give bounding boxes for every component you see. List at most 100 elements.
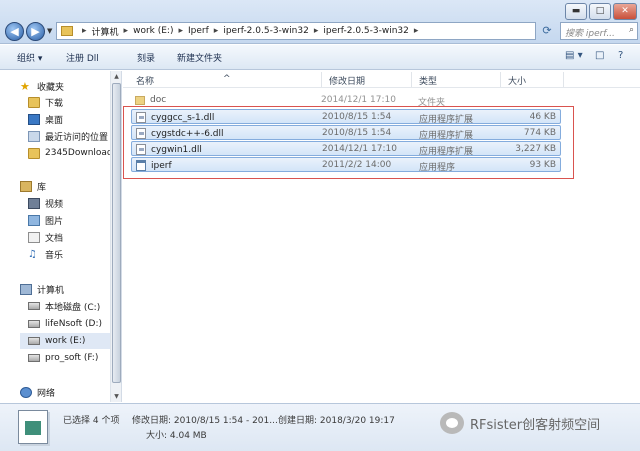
column-header-date[interactable]: 修改日期 <box>329 74 365 87</box>
breadcrumb-separator[interactable]: ▸ <box>314 26 319 36</box>
sidebar-item-pro-soft-f[interactable]: pro_soft (F:) <box>28 350 138 366</box>
sidebar-item-label: 最近访问的位置 <box>45 132 109 143</box>
sidebar-item-work-e[interactable]: work (E:) <box>20 333 110 349</box>
column-header-row: 名称 ^ 修改日期 类型 大小 <box>123 71 640 88</box>
organize-menu[interactable]: 组织 ▾ <box>17 51 42 64</box>
network-icon <box>20 386 32 398</box>
document-icon <box>28 231 40 243</box>
column-divider[interactable] <box>500 72 501 87</box>
breadcrumb-separator[interactable]: ▸ <box>414 26 419 36</box>
selection-thumbnail-icon <box>18 410 48 444</box>
column-header-type[interactable]: 类型 <box>419 74 437 87</box>
sidebar-item-label: 网络 <box>37 388 56 399</box>
sidebar-item-2345downloads[interactable]: 2345Downloads <box>28 145 110 161</box>
breadcrumb-iperf-version[interactable]: iperf-2.0.5-3-win32 <box>223 26 309 36</box>
column-divider[interactable] <box>563 72 564 87</box>
folder-icon <box>135 95 145 105</box>
column-header-name[interactable]: 名称 <box>136 74 154 87</box>
recent-pages-dropdown[interactable]: ▼ <box>47 27 52 35</box>
search-placeholder: 搜索 iperf... <box>565 29 615 39</box>
new-folder-button[interactable]: 新建文件夹 <box>177 51 222 64</box>
column-divider[interactable] <box>411 72 412 87</box>
breadcrumb-separator[interactable]: ▸ <box>178 26 183 36</box>
sidebar-item-label: pro_soft (F:) <box>45 353 99 363</box>
search-input[interactable]: 搜索 iperf... ⌕ <box>560 22 638 40</box>
sidebar-item-label: 本地磁盘 (C:) <box>45 302 101 313</box>
sidebar-item-local-disk-c[interactable]: 本地磁盘 (C:) <box>28 298 138 314</box>
wechat-logo-icon <box>440 412 464 434</box>
breadcrumb-iperf[interactable]: Iperf <box>188 26 209 36</box>
navigation-scrollbar[interactable]: ▲ ▼ <box>110 71 121 402</box>
sidebar-item-label: 视频 <box>45 199 64 210</box>
breadcrumb-separator[interactable]: ▸ <box>124 26 129 36</box>
sidebar-item-recent[interactable]: 最近访问的位置 <box>28 128 138 144</box>
watermark-text: RFsister创客射频空间 <box>470 417 601 433</box>
sidebar-item-label: 计算机 <box>37 285 65 296</box>
details-pane: 已选择 4 个项 修改日期: 2010/8/15 1:54 - 201... 创… <box>0 403 640 451</box>
video-icon <box>28 197 40 209</box>
selected-count: 已选择 4 个项 <box>63 416 120 426</box>
column-header-size[interactable]: 大小 <box>508 74 526 87</box>
sidebar-item-label: work (E:) <box>45 336 86 346</box>
created-date: 创建日期: 2018/3/20 19:17 <box>278 416 395 426</box>
sidebar-item-desktop[interactable]: 桌面 <box>28 111 138 127</box>
sidebar-item-pictures[interactable]: 图片 <box>28 212 138 228</box>
burn-button[interactable]: 刻录 <box>137 51 155 64</box>
drive-icon <box>28 337 40 345</box>
close-button[interactable]: ✕ <box>613 3 637 20</box>
breadcrumb-iperf-version-current[interactable]: iperf-2.0.5-3-win32 <box>323 26 409 36</box>
breadcrumb-separator[interactable]: ▸ <box>214 26 219 36</box>
sidebar-item-label: lifeNsoft (D:) <box>45 319 103 329</box>
drive-icon <box>28 302 40 310</box>
recent-places-icon <box>28 130 40 142</box>
breadcrumb-computer[interactable]: 计算机 <box>92 25 119 38</box>
highlight-box <box>123 106 574 179</box>
forward-button[interactable]: ▶ <box>26 22 45 41</box>
back-button[interactable]: ◀ <box>5 22 24 41</box>
folder-icon <box>28 147 40 159</box>
breadcrumb-separator[interactable]: ▸ <box>82 26 87 36</box>
folder-icon <box>61 26 73 36</box>
sidebar-item-label: 音乐 <box>45 250 64 261</box>
preview-pane-button[interactable]: □ <box>595 50 604 61</box>
register-dll-button[interactable]: 注册 Dll <box>66 51 99 64</box>
computer-icon <box>20 283 32 295</box>
search-icon[interactable]: ⌕ <box>629 25 634 35</box>
column-divider[interactable] <box>321 72 322 87</box>
sidebar-item-label: 下载 <box>45 98 64 109</box>
watermark: RFsister创客射频空间 <box>440 412 600 434</box>
sidebar-item-label: 收藏夹 <box>37 82 65 93</box>
navigation-pane: ★ 收藏夹 下载 桌面 最近访问的位置 2345Downloads 库 视频 图… <box>0 71 122 402</box>
sidebar-item-label: 库 <box>37 182 47 193</box>
sidebar-item-videos[interactable]: 视频 <box>28 195 138 211</box>
maximize-button[interactable]: □ <box>589 3 611 20</box>
music-icon: ♫ <box>28 248 37 260</box>
command-toolbar: 组织 ▾ 注册 Dll 刻录 新建文件夹 ▤ ▾ □ ? <box>0 45 640 70</box>
scrollbar-thumb[interactable] <box>112 83 121 383</box>
sidebar-item-label: 图片 <box>45 216 64 227</box>
sidebar-item-music[interactable]: ♫ 音乐 <box>28 246 138 262</box>
refresh-icon[interactable]: ⟳ <box>538 22 556 40</box>
downloads-folder-icon <box>28 96 40 108</box>
file-list: 名称 ^ 修改日期 类型 大小 doc 2014/12/1 17:10 文件夹 … <box>123 71 640 402</box>
picture-icon <box>28 214 40 226</box>
title-bar: ▬ □ ✕ ◀ ▶ ▼ ▸ 计算机 ▸ work (E:) ▸ Iperf ▸ … <box>0 0 640 44</box>
minimize-button[interactable]: ▬ <box>565 3 587 20</box>
sidebar-item-downloads[interactable]: 下载 <box>28 94 138 110</box>
sidebar-item-lifensoft-d[interactable]: lifeNsoft (D:) <box>28 316 138 332</box>
scroll-up-icon[interactable]: ▲ <box>111 71 122 82</box>
view-options-button[interactable]: ▤ ▾ <box>565 50 583 61</box>
sidebar-item-label: 2345Downloads <box>45 148 110 158</box>
modified-date: 修改日期: 2010/8/15 1:54 - 201... <box>132 416 278 426</box>
file-name: doc <box>150 95 167 105</box>
breadcrumb-work-drive[interactable]: work (E:) <box>133 26 173 36</box>
scroll-down-icon[interactable]: ▼ <box>111 391 122 402</box>
sort-ascending-icon: ^ <box>223 74 231 84</box>
help-button[interactable]: ? <box>618 50 623 61</box>
sidebar-item-label: 桌面 <box>45 115 64 126</box>
address-bar[interactable]: ▸ 计算机 ▸ work (E:) ▸ Iperf ▸ iperf-2.0.5-… <box>56 22 536 40</box>
library-icon <box>20 180 32 192</box>
desktop-icon <box>28 113 40 125</box>
sidebar-item-label: 文档 <box>45 233 64 244</box>
sidebar-item-documents[interactable]: 文档 <box>28 229 138 245</box>
